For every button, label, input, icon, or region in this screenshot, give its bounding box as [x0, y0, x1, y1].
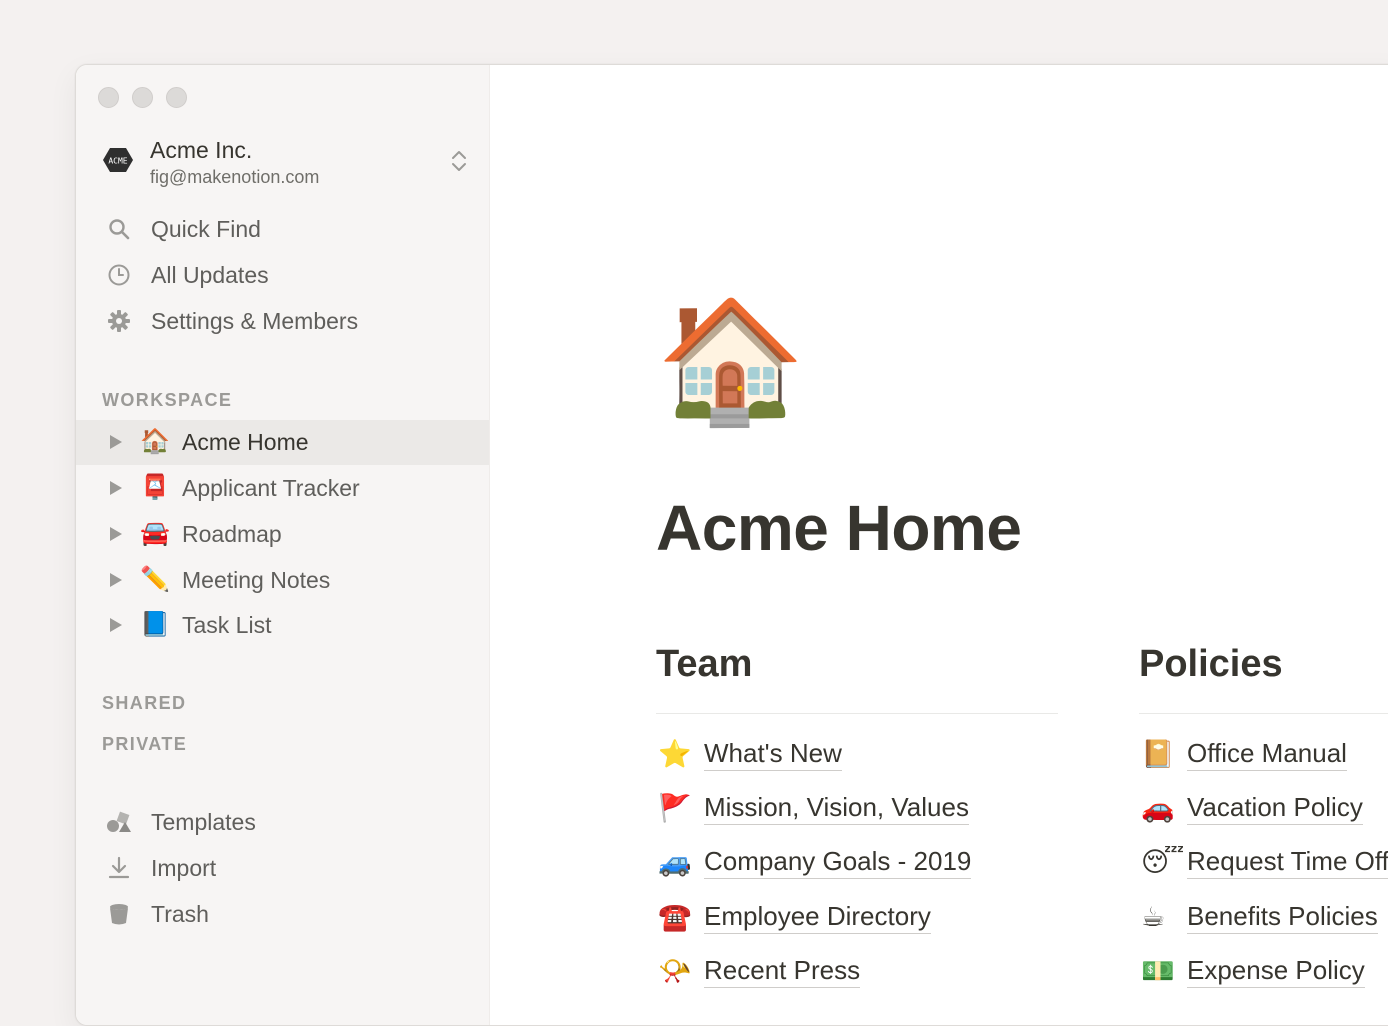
telephone-icon: ☎️ — [658, 902, 692, 932]
settings-members-label: Settings & Members — [151, 307, 359, 334]
workspace-email: fig@makenotion.com — [150, 167, 320, 187]
sidebar-page-roadmap[interactable]: 🚘 Roadmap — [76, 512, 489, 557]
private-section-heading[interactable]: PRIVATE — [102, 734, 187, 755]
link-label: Expense Policy — [1187, 954, 1365, 988]
postbox-icon: 📮 — [140, 474, 170, 501]
sidebar-page-label: Task List — [182, 612, 272, 638]
house-icon: 🏠 — [140, 428, 170, 455]
minimize-window-button[interactable] — [132, 87, 153, 108]
link-label: Mission, Vision, Values — [704, 791, 969, 825]
app-window: ACME Acme Inc. fig@makenotion.com Quick … — [75, 64, 1388, 1026]
red-flag-icon: 🚩 — [658, 793, 692, 823]
page-content: 🏠 Acme Home Team ⭐ What's New 🚩 Mission,… — [490, 65, 1388, 1025]
link-label: What's New — [704, 737, 842, 771]
shared-section-heading[interactable]: SHARED — [102, 693, 186, 714]
link-label: Request Time Off — [1187, 845, 1388, 879]
link-label: Office Manual — [1187, 737, 1347, 771]
templates-icon — [106, 809, 132, 835]
all-updates-item[interactable]: All Updates — [76, 253, 489, 297]
sidebar-page-acme-home[interactable]: 🏠 Acme Home — [76, 420, 489, 465]
workspace-name: Acme Inc. — [150, 137, 253, 163]
svg-text:ACME: ACME — [108, 157, 127, 166]
notebook-icon: 📔 — [1141, 739, 1175, 769]
quick-find-label: Quick Find — [151, 215, 261, 242]
trash-label: Trash — [151, 900, 209, 927]
policies-heading: Policies — [1139, 643, 1283, 685]
sidebar-page-meeting-notes[interactable]: ✏️ Meeting Notes — [76, 558, 489, 603]
pencil-icon: ✏️ — [140, 566, 170, 593]
sidebar-page-task-list[interactable]: 📘 Task List — [76, 603, 489, 648]
sidebar-page-label: Applicant Tracker — [182, 475, 360, 501]
window-controls — [98, 87, 187, 108]
maximize-window-button[interactable] — [166, 87, 187, 108]
clock-icon — [106, 262, 132, 288]
templates-label: Templates — [151, 808, 256, 835]
workspace-logo: ACME — [103, 148, 133, 172]
page-title[interactable]: Acme Home — [656, 491, 1022, 565]
link-label: Company Goals - 2019 — [704, 845, 972, 879]
blue-book-icon: 📘 — [140, 611, 170, 638]
red-car-icon: 🚗 — [1141, 793, 1175, 823]
team-column: Team ⭐ What's New 🚩 Mission, Vision, Val… — [656, 643, 1058, 988]
sidebar-page-label: Acme Home — [182, 429, 309, 455]
import-label: Import — [151, 854, 217, 881]
page-house-icon[interactable]: 🏠 — [656, 291, 805, 431]
link-label: Benefits Policies — [1187, 900, 1378, 934]
sidebar-page-label: Meeting Notes — [182, 567, 331, 593]
link-label: Recent Press — [704, 954, 861, 988]
link-label: Employee Directory — [704, 900, 931, 934]
expand-toggle-icon[interactable] — [110, 527, 122, 541]
expand-toggle-icon[interactable] — [110, 573, 122, 587]
quick-find-item[interactable]: Quick Find — [76, 207, 489, 251]
expand-toggle-icon[interactable] — [110, 481, 122, 495]
money-icon: 💵 — [1141, 956, 1175, 986]
all-updates-label: All Updates — [151, 261, 269, 288]
settings-members-item[interactable]: Settings & Members — [76, 299, 489, 343]
policies-column: Policies 📔 Office Manual 🚗 Vacation Poli… — [1139, 643, 1388, 988]
car-icon: 🚘 — [140, 520, 170, 547]
sidebar-page-applicant-tracker[interactable]: 📮 Applicant Tracker — [76, 466, 489, 511]
workspace-switcher[interactable]: ACME Acme Inc. fig@makenotion.com — [102, 135, 468, 191]
import-icon — [106, 855, 132, 881]
sleeping-face-icon: 😴 — [1141, 847, 1185, 877]
workspace-section-heading[interactable]: WORKSPACE — [102, 390, 232, 411]
horn-icon: 📯 — [658, 956, 692, 986]
import-item[interactable]: Import — [76, 846, 489, 890]
trash-icon — [106, 901, 132, 927]
templates-item[interactable]: Templates — [76, 800, 489, 844]
divider — [656, 713, 1058, 714]
blue-car-icon: 🚙 — [658, 847, 692, 877]
coffee-icon: ☕ — [1141, 902, 1166, 932]
search-icon — [106, 216, 132, 242]
divider — [1139, 713, 1388, 714]
gear-icon — [106, 308, 132, 334]
expand-toggle-icon[interactable] — [110, 618, 122, 632]
sidebar: ACME Acme Inc. fig@makenotion.com Quick … — [76, 65, 490, 1025]
team-heading: Team — [656, 643, 753, 685]
close-window-button[interactable] — [98, 87, 119, 108]
link-label: Vacation Policy — [1187, 791, 1363, 825]
expand-toggle-icon[interactable] — [110, 435, 122, 449]
star-icon: ⭐ — [658, 739, 692, 769]
chevron-up-down-icon — [452, 151, 466, 171]
sidebar-page-label: Roadmap — [182, 521, 282, 547]
trash-item[interactable]: Trash — [76, 892, 489, 936]
